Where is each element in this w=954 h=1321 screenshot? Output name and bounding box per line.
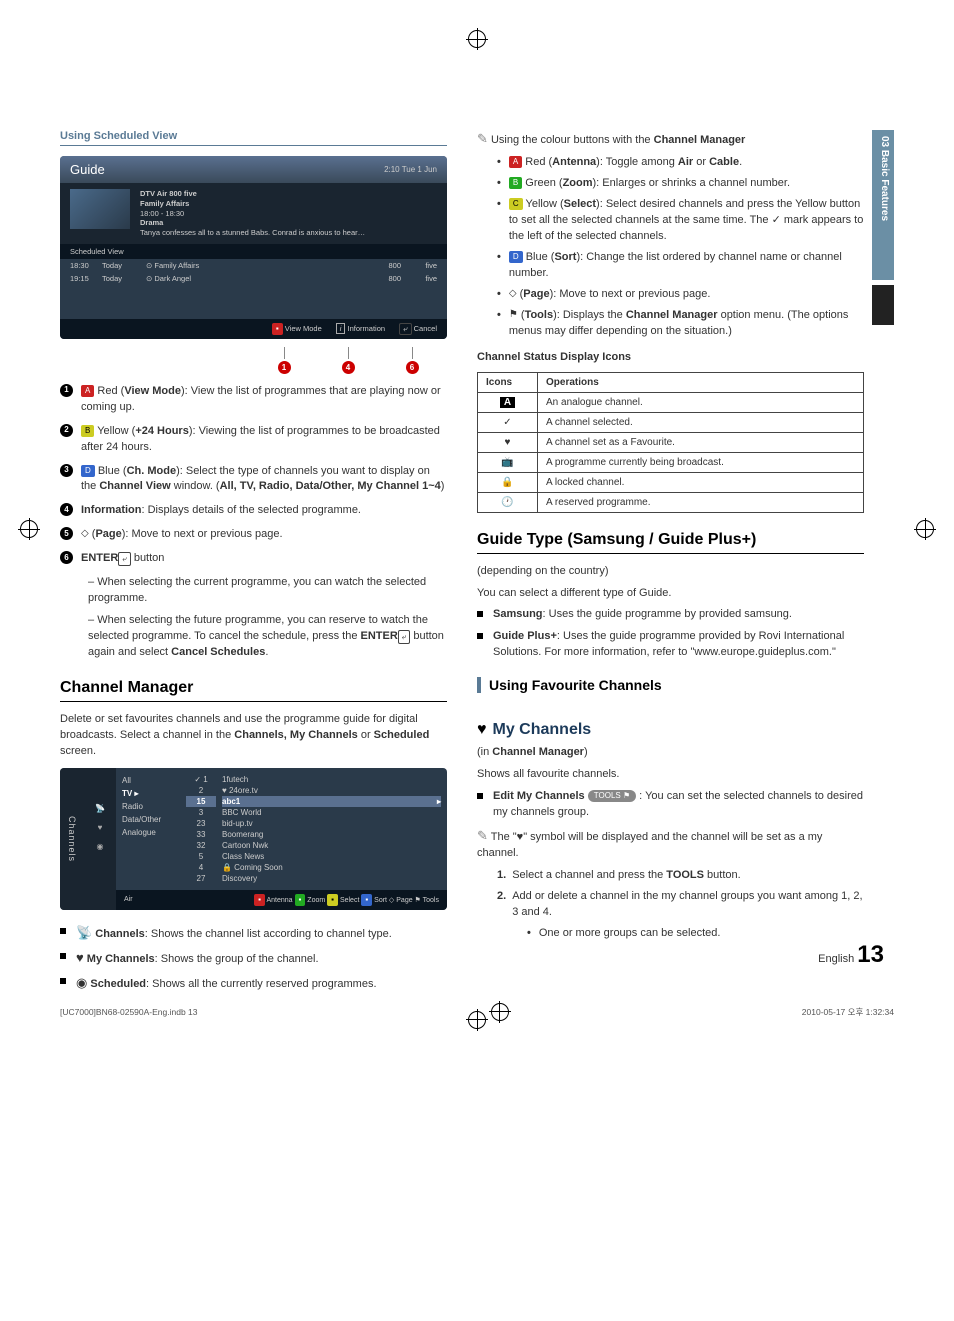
- guide-footer: ▪ View Mode i Information ⤶ Cancel: [60, 319, 447, 339]
- step-item: 1.Select a channel and press the TOOLS b…: [497, 868, 864, 884]
- callout-row: 1 4 6: [60, 347, 447, 374]
- guide-thumbnail: [70, 189, 130, 229]
- guide-row: 19:15Today⊙ Dark Angel800five: [60, 272, 447, 285]
- table-row: ✓A channel selected.: [478, 412, 864, 432]
- csdi-heading: Channel Status Display Icons: [477, 350, 864, 366]
- bullet-item: ⚑ (Tools): Displays the Channel Manager …: [497, 308, 864, 340]
- bullet-item: C Yellow (Select): Select desired channe…: [497, 197, 864, 245]
- registration-mark-footer: [491, 1003, 509, 1021]
- info-hint: i Information: [336, 324, 385, 333]
- callout-1: 1: [278, 361, 291, 374]
- my-channels-sub: (in Channel Manager): [477, 745, 864, 761]
- tools-pill: TOOLS ⚑: [588, 790, 636, 802]
- step-item: 2.Add or delete a channel in the my chan…: [497, 889, 864, 921]
- side-bar-dark: [872, 285, 894, 325]
- table-row: AAn analogue channel.: [478, 392, 864, 412]
- heart-note: ✎ The "♥" symbol will be displayed and t…: [477, 827, 864, 862]
- channels-numbers: ✓ 121532333325427: [186, 768, 216, 890]
- right-column: ✎ Using the colour buttons with the Chan…: [477, 130, 864, 999]
- dash-list: When selecting the current programme, yo…: [60, 575, 447, 661]
- fav-channels-heading: Using Favourite Channels: [477, 677, 864, 693]
- dash-item: When selecting the current programme, yo…: [88, 575, 447, 607]
- list-item: 1A Red (View Mode): View the list of pro…: [60, 384, 447, 416]
- list-item: 3D Blue (Ch. Mode): Select the type of c…: [60, 464, 447, 496]
- list-item: 4Information: Displays details of the se…: [60, 503, 447, 519]
- channels-names: 1futech♥ 24ore.tvabc1 ▸BBC Worldbid-up.t…: [216, 768, 447, 890]
- guide-meta: DTV Air 800 five Family Affairs 18:00 - …: [140, 189, 365, 238]
- callout-4: 4: [342, 361, 355, 374]
- guide-type-item: Guide Plus+: Uses the guide programme pr…: [477, 629, 864, 661]
- table-row: ♥A channel set as a Favourite.: [478, 432, 864, 452]
- channels-side-label: Channels: [67, 816, 77, 862]
- guide-title: Guide: [70, 162, 105, 177]
- my-channels-p: Shows all favourite channels.: [477, 767, 864, 783]
- footer-right: 2010-05-17 오후 1:32:34: [802, 1006, 894, 1018]
- channel-manager-heading: Channel Manager: [60, 679, 447, 702]
- table-row: 📺A programme currently being broadcast.: [478, 452, 864, 472]
- footer-left: [UC7000]BN68-02590A-Eng.indb 13: [60, 1007, 198, 1017]
- cancel-hint: ⤶ Cancel: [399, 323, 437, 335]
- guide-type-list: Samsung: Uses the guide programme by pro…: [477, 607, 864, 661]
- dash-item: When selecting the future programme, you…: [88, 613, 447, 661]
- page-number: English 13: [818, 941, 884, 969]
- channels-panel: Channels 📡 ♥ ◉ AllTV ▸RadioData/OtherAna…: [60, 768, 447, 910]
- view-mode-hint: ▪ View Mode: [272, 323, 322, 335]
- channel-manager-paragraph: Delete or set favourites channels and us…: [60, 712, 447, 760]
- side-tab: 03 Basic Features: [872, 130, 894, 280]
- icons-table: IconsOperations AAn analogue channel.✓A …: [477, 372, 864, 513]
- guide-clock: 2:10 Tue 1 Jun: [384, 165, 437, 174]
- numbered-list: 1A Red (View Mode): View the list of pro…: [60, 384, 447, 568]
- list-item: 6ENTER⤶ button: [60, 551, 447, 567]
- guide-type-p: You can select a different type of Guide…: [477, 586, 864, 602]
- guide-type-sub: (depending on the country): [477, 564, 864, 580]
- antenna-icon: 📡: [95, 804, 105, 813]
- my-channels-heading: ♥ My Channels: [477, 721, 591, 739]
- edit-my-channels-item: Edit My Channels TOOLS ⚑ : You can set t…: [477, 789, 864, 821]
- guide-rows: 18:30Today⊙ Family Affairs800five19:15To…: [60, 259, 447, 319]
- channels-categories: AllTV ▸RadioData/OtherAnalogue: [116, 768, 186, 890]
- bullet-item: ◇ (Page): Move to next or previous page.: [497, 287, 864, 303]
- guide-type-heading: Guide Type (Samsung / Guide Plus+): [477, 531, 864, 554]
- bullet-item: B Green (Zoom): Enlarges or shrinks a ch…: [497, 176, 864, 192]
- print-footer: [UC7000]BN68-02590A-Eng.indb 13 2010-05-…: [60, 1003, 894, 1021]
- bullet-item: A Red (Antenna): Toggle among Air or Cab…: [497, 155, 864, 171]
- colour-bullets: A Red (Antenna): Toggle among Air or Cab…: [477, 155, 864, 340]
- legend-item: ♥ My Channels: Shows the group of the ch…: [60, 949, 447, 968]
- guide-row: 18:30Today⊙ Family Affairs800five: [60, 259, 447, 272]
- guide-type-item: Samsung: Uses the guide programme by pro…: [477, 607, 864, 623]
- channels-legend: 📡 Channels: Shows the channel list accor…: [60, 924, 447, 993]
- registration-mark-right: [916, 520, 934, 538]
- heart-icon: ♥: [98, 823, 103, 832]
- guide-panel: Guide 2:10 Tue 1 Jun DTV Air 800 five Fa…: [60, 156, 447, 339]
- sub-bullet: One or more groups can be selected.: [527, 926, 864, 942]
- bullet-item: D Blue (Sort): Change the list ordered b…: [497, 250, 864, 282]
- callout-6: 6: [406, 361, 419, 374]
- table-row: 🔒A locked channel.: [478, 472, 864, 492]
- registration-mark-left: [20, 520, 38, 538]
- legend-item: ◉ Scheduled: Shows all the currently res…: [60, 974, 447, 993]
- left-column: Using Scheduled View Guide 2:10 Tue 1 Ju…: [60, 130, 447, 999]
- legend-item: 📡 Channels: Shows the channel list accor…: [60, 924, 447, 943]
- channels-icon-column: 📡 ♥ ◉: [84, 768, 116, 910]
- steps-list: 1.Select a channel and press the TOOLS b…: [477, 868, 864, 921]
- list-item: 5◇ (Page): Move to next or previous page…: [60, 527, 447, 543]
- registration-mark-top: [468, 30, 486, 48]
- note-colour-buttons: ✎ Using the colour buttons with the Chan…: [477, 130, 864, 149]
- list-item: 2B Yellow (+24 Hours): Viewing the list …: [60, 424, 447, 456]
- channels-footer: Air ▪ Antenna ▪ Zoom ▪ Select ▪ Sort ◇ P…: [116, 890, 447, 910]
- scheduled-view-heading: Using Scheduled View: [60, 130, 447, 146]
- guide-scheduled-view-label: Scheduled View: [60, 244, 447, 259]
- scheduled-icon: ◉: [97, 842, 104, 851]
- table-row: 🕐A reserved programme.: [478, 492, 864, 512]
